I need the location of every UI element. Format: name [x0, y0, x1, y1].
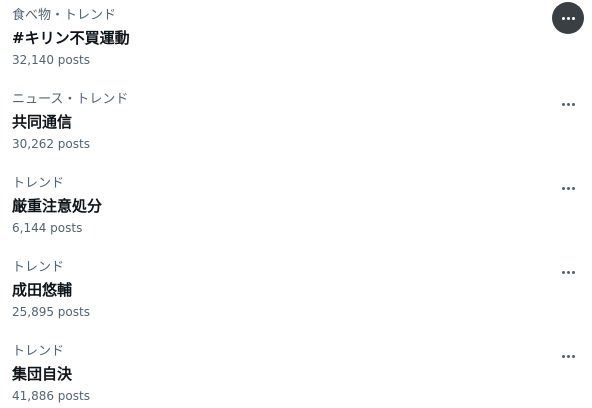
trend-post-count: 32,140 posts: [12, 53, 90, 67]
trend-item[interactable]: トレンド 集団自決 41,886 posts: [0, 336, 592, 408]
trend-more-button[interactable]: [552, 256, 584, 288]
trend-item[interactable]: トレンド 厳重注意処分 6,144 posts: [0, 168, 592, 252]
trend-more-button[interactable]: [552, 172, 584, 204]
trend-category: 食べ物・トレンド: [12, 8, 117, 23]
trend-more-button[interactable]: [552, 2, 584, 34]
trend-category: トレンド: [12, 176, 65, 191]
trend-post-count: 25,895 posts: [12, 305, 90, 319]
more-horizontal-icon: [561, 186, 565, 190]
more-horizontal-icon: [561, 16, 565, 20]
trend-post-count: 6,144 posts: [12, 221, 83, 235]
trend-category: トレンド: [12, 344, 65, 359]
trend-name[interactable]: #キリン不買運動: [12, 28, 130, 48]
trend-name[interactable]: 集団自決: [12, 364, 72, 384]
more-horizontal-icon: [561, 354, 565, 358]
trend-post-count: 41,886 posts: [12, 389, 90, 403]
trend-name[interactable]: 成田悠輔: [12, 280, 72, 300]
trend-more-button[interactable]: [552, 340, 584, 372]
trend-category: ニュース・トレンド: [12, 92, 129, 107]
trend-more-button[interactable]: [552, 88, 584, 120]
trend-name[interactable]: 共同通信: [12, 112, 72, 132]
trend-category: トレンド: [12, 260, 65, 275]
trend-post-count: 30,262 posts: [12, 137, 90, 151]
trend-item[interactable]: 食べ物・トレンド #キリン不買運動 32,140 posts: [0, 0, 592, 84]
trends-list: 食べ物・トレンド #キリン不買運動 32,140 posts ニュース・トレンド…: [0, 0, 592, 408]
trend-item[interactable]: トレンド 成田悠輔 25,895 posts: [0, 252, 592, 336]
more-horizontal-icon: [561, 270, 565, 274]
more-horizontal-icon: [561, 102, 565, 106]
trend-item[interactable]: ニュース・トレンド 共同通信 30,262 posts: [0, 84, 592, 168]
trend-name[interactable]: 厳重注意処分: [12, 196, 102, 216]
